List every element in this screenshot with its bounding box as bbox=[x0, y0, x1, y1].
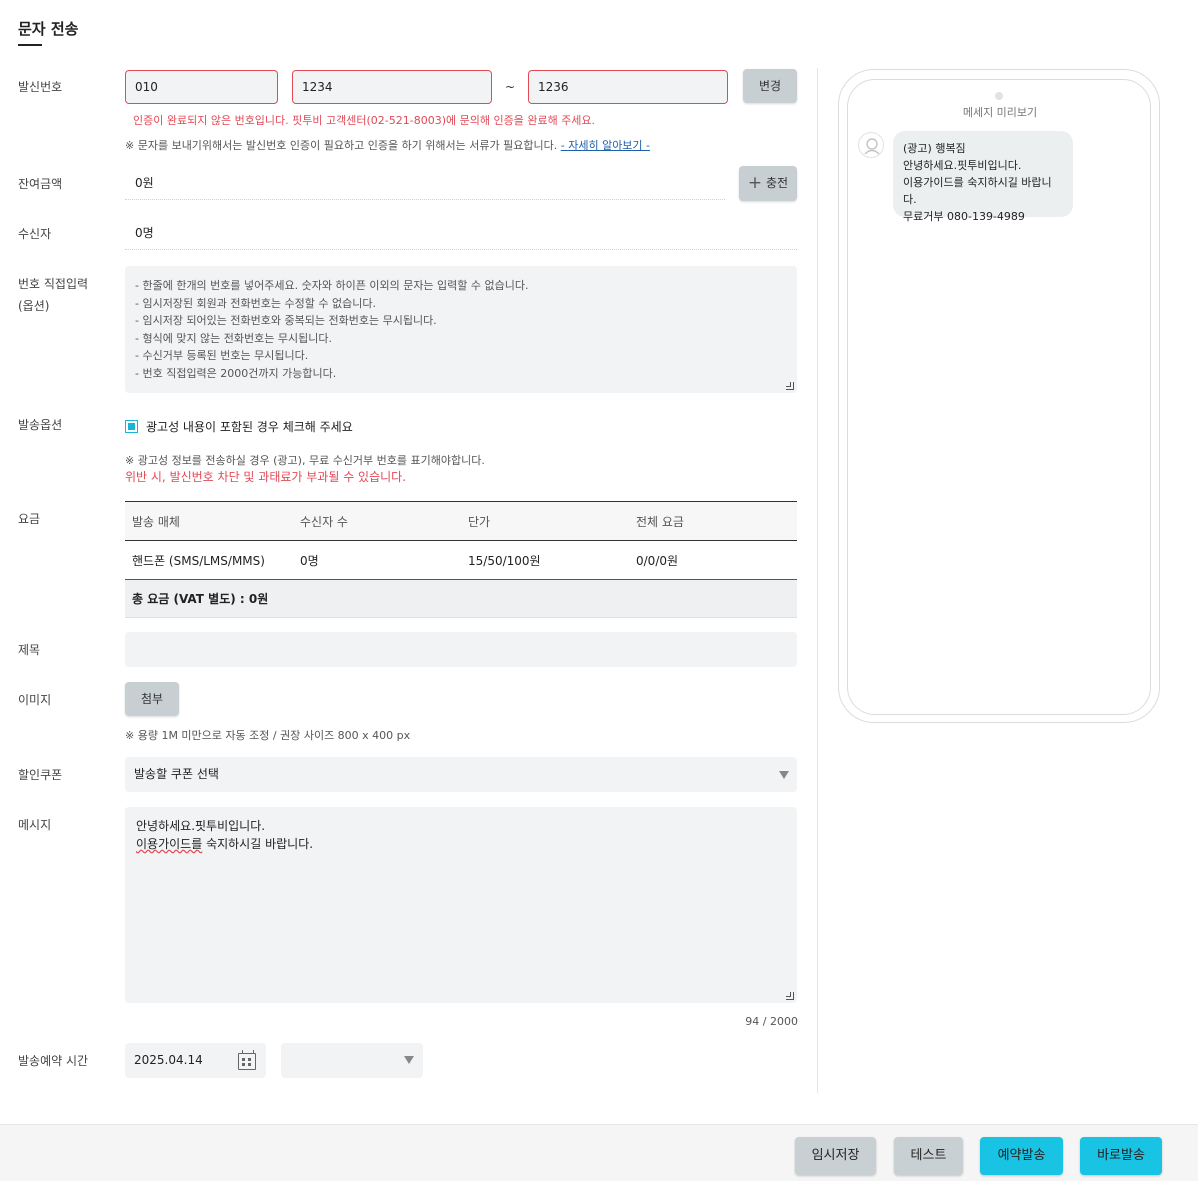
fee-cell: 0/0/0원 bbox=[636, 553, 679, 568]
fee-cell: 15/50/100원 bbox=[468, 553, 541, 568]
preview-line-2: 안녕하세요.핏투비입니다. bbox=[903, 159, 1022, 172]
direct-input-label: 번호 직접입력 (옵션) bbox=[18, 273, 88, 317]
chevron-down-icon[interactable] bbox=[404, 1056, 414, 1064]
resize-handle-icon[interactable] bbox=[786, 992, 794, 1000]
sender-number-end-input[interactable]: 1236 bbox=[528, 70, 728, 104]
ad-note: ※ 광고성 정보를 전송하실 경우 (광고), 무료 수신거부 번호를 표기해야… bbox=[125, 454, 485, 467]
subject-label: 제목 bbox=[18, 643, 41, 657]
reserve-send-button[interactable]: 예약발송 bbox=[980, 1137, 1063, 1175]
charge-button[interactable]: + 충전 bbox=[739, 166, 797, 201]
balance-value: 0원 bbox=[125, 167, 725, 200]
fee-header-cell: 단가 bbox=[468, 514, 491, 529]
fee-header-cell: 전체 요금 bbox=[636, 514, 684, 529]
recipients-label: 수신자 bbox=[18, 227, 52, 241]
direct-input-hint-5: - 수신거부 등록된 번호는 무시됩니다. bbox=[135, 349, 309, 362]
direct-number-textarea[interactable]: - 한줄에 한개의 번호를 넣어주세요. 숫자와 하이픈 이외의 문자는 입력할… bbox=[125, 266, 797, 393]
sender-note-text: ※ 문자를 보내기위해서는 발신번호 인증이 필요하고 인증을 하기 위해서는 … bbox=[125, 139, 558, 152]
fee-header-cell: 수신자 수 bbox=[300, 514, 348, 529]
test-button[interactable]: 테스트 bbox=[894, 1137, 963, 1175]
send-options-label: 발송옵션 bbox=[18, 418, 63, 432]
fee-cell: 0명 bbox=[300, 553, 319, 568]
direct-input-hint-4: - 형식에 맞지 않는 전화번호는 무시됩니다. bbox=[135, 331, 332, 345]
sender-error-text: 인증이 완료되지 않은 번호입니다. 핏투비 고객센터(02-521-8003)… bbox=[133, 114, 596, 127]
coupon-selected-value: 발송할 쿠폰 선택 bbox=[134, 767, 219, 781]
message-char-counter: 94 / 2000 bbox=[745, 1015, 798, 1028]
sender-prefix-input[interactable]: 010 bbox=[125, 70, 278, 104]
schedule-date-value: 2025.04.14 bbox=[134, 1053, 203, 1067]
plus-icon: + bbox=[747, 173, 763, 193]
message-line-1: 안녕하세요.핏투비입니다. bbox=[136, 819, 266, 833]
direct-input-hint-2: - 임시저장된 회원과 전화번호는 수정할 수 없습니다. bbox=[135, 296, 376, 310]
message-label: 메시지 bbox=[18, 818, 52, 832]
recipients-count: 0명 bbox=[125, 217, 797, 250]
direct-input-hint-1: - 한줄에 한개의 번호를 넣어주세요. 숫자와 하이픈 이외의 문자는 입력할… bbox=[135, 279, 529, 292]
user-icon bbox=[864, 138, 880, 155]
calendar-icon[interactable] bbox=[238, 1050, 256, 1070]
resize-handle-icon[interactable] bbox=[786, 382, 794, 390]
schedule-time-select[interactable] bbox=[281, 1043, 423, 1078]
avatar bbox=[858, 132, 884, 158]
fee-total: 총 요금 (VAT 별도) : 0원 bbox=[125, 580, 797, 618]
sender-label: 발신번호 bbox=[18, 80, 63, 94]
schedule-label: 발송예약 시간 bbox=[18, 1054, 89, 1068]
ad-content-checkbox-label[interactable]: 광고성 내용이 포함된 경우 체크해 주세요 bbox=[146, 418, 353, 435]
sender-note: ※ 문자를 보내기위해서는 발신번호 인증이 필요하고 인증을 하기 위해서는 … bbox=[125, 137, 650, 153]
message-line-2: 이용가이드를 숙지하시길 바랍니다. bbox=[136, 835, 786, 853]
image-size-note: ※ 용량 1M 미만으로 자동 조정 / 권장 사이즈 800 x 400 px bbox=[125, 729, 411, 742]
preview-title: 메세지 미리보기 bbox=[962, 106, 1038, 119]
message-line-2-rest: 숙지하시길 바랍니다. bbox=[202, 837, 314, 851]
phone-camera-dot bbox=[995, 92, 1003, 100]
coupon-label: 할인쿠폰 bbox=[18, 768, 63, 782]
balance-label: 잔여금액 bbox=[18, 177, 63, 191]
direct-input-hint-6: - 번호 직접입력은 2000건까지 가능합니다. bbox=[135, 366, 337, 380]
attach-button[interactable]: 첨부 bbox=[125, 682, 179, 716]
preview-line-3: 이용가이드를 숙지하시길 바랍니다. bbox=[903, 176, 1052, 206]
page-title: 문자 전송 bbox=[18, 20, 79, 38]
spellcheck-word: 이용가이드를 bbox=[136, 837, 203, 851]
column-divider bbox=[817, 68, 818, 1093]
fee-table: 발송 매체 수신자 수 단가 전체 요금 핸드폰 (SMS/LMS/MMS) 0… bbox=[125, 501, 797, 618]
preview-line-1: (광고) 행복짐 bbox=[903, 142, 966, 155]
charge-label: 충전 bbox=[765, 176, 789, 190]
table-row: 핸드폰 (SMS/LMS/MMS) 0명 15/50/100원 0/0/0원 bbox=[125, 541, 797, 580]
fee-label: 요금 bbox=[18, 512, 41, 526]
preview-line-4: 무료거부 080-139-4989 bbox=[903, 210, 1025, 223]
fee-cell: 핸드폰 (SMS/LMS/MMS) bbox=[132, 553, 265, 568]
violation-warning: 위반 시, 발신번호 차단 및 과태료가 부과될 수 있습니다. bbox=[125, 470, 407, 484]
image-label: 이미지 bbox=[18, 693, 52, 707]
ad-content-checkbox[interactable] bbox=[125, 420, 138, 433]
fee-header-row: 발송 매체 수신자 수 단가 전체 요금 bbox=[125, 502, 797, 541]
coupon-select[interactable]: 발송할 쿠폰 선택 bbox=[125, 757, 797, 792]
subject-input[interactable] bbox=[125, 632, 797, 667]
chevron-down-icon[interactable] bbox=[779, 771, 789, 779]
direct-input-label-line1: 번호 직접입력 bbox=[18, 277, 89, 291]
sender-number-start-input[interactable]: 1234 bbox=[292, 70, 492, 104]
preview-message-bubble: (광고) 행복짐 안녕하세요.핏투비입니다. 이용가이드를 숙지하시길 바랍니다… bbox=[893, 131, 1073, 223]
change-button[interactable]: 변경 bbox=[743, 69, 797, 103]
direct-input-label-line2: (옵션) bbox=[18, 299, 50, 313]
fee-header-cell: 발송 매체 bbox=[132, 514, 180, 529]
temp-save-button[interactable]: 임시저장 bbox=[795, 1137, 876, 1175]
title-underline bbox=[18, 44, 42, 46]
learn-more-link[interactable]: - 자세히 알아보기 - bbox=[561, 139, 650, 152]
range-separator: ~ bbox=[505, 80, 516, 94]
direct-input-hint-3: - 임시저장 되어있는 전화번호와 중복되는 전화번호는 무시됩니다. bbox=[135, 314, 437, 327]
message-textarea[interactable]: 안녕하세요.핏투비입니다. 이용가이드를 숙지하시길 바랍니다. bbox=[125, 807, 797, 1003]
send-now-button[interactable]: 바로발송 bbox=[1080, 1137, 1162, 1175]
